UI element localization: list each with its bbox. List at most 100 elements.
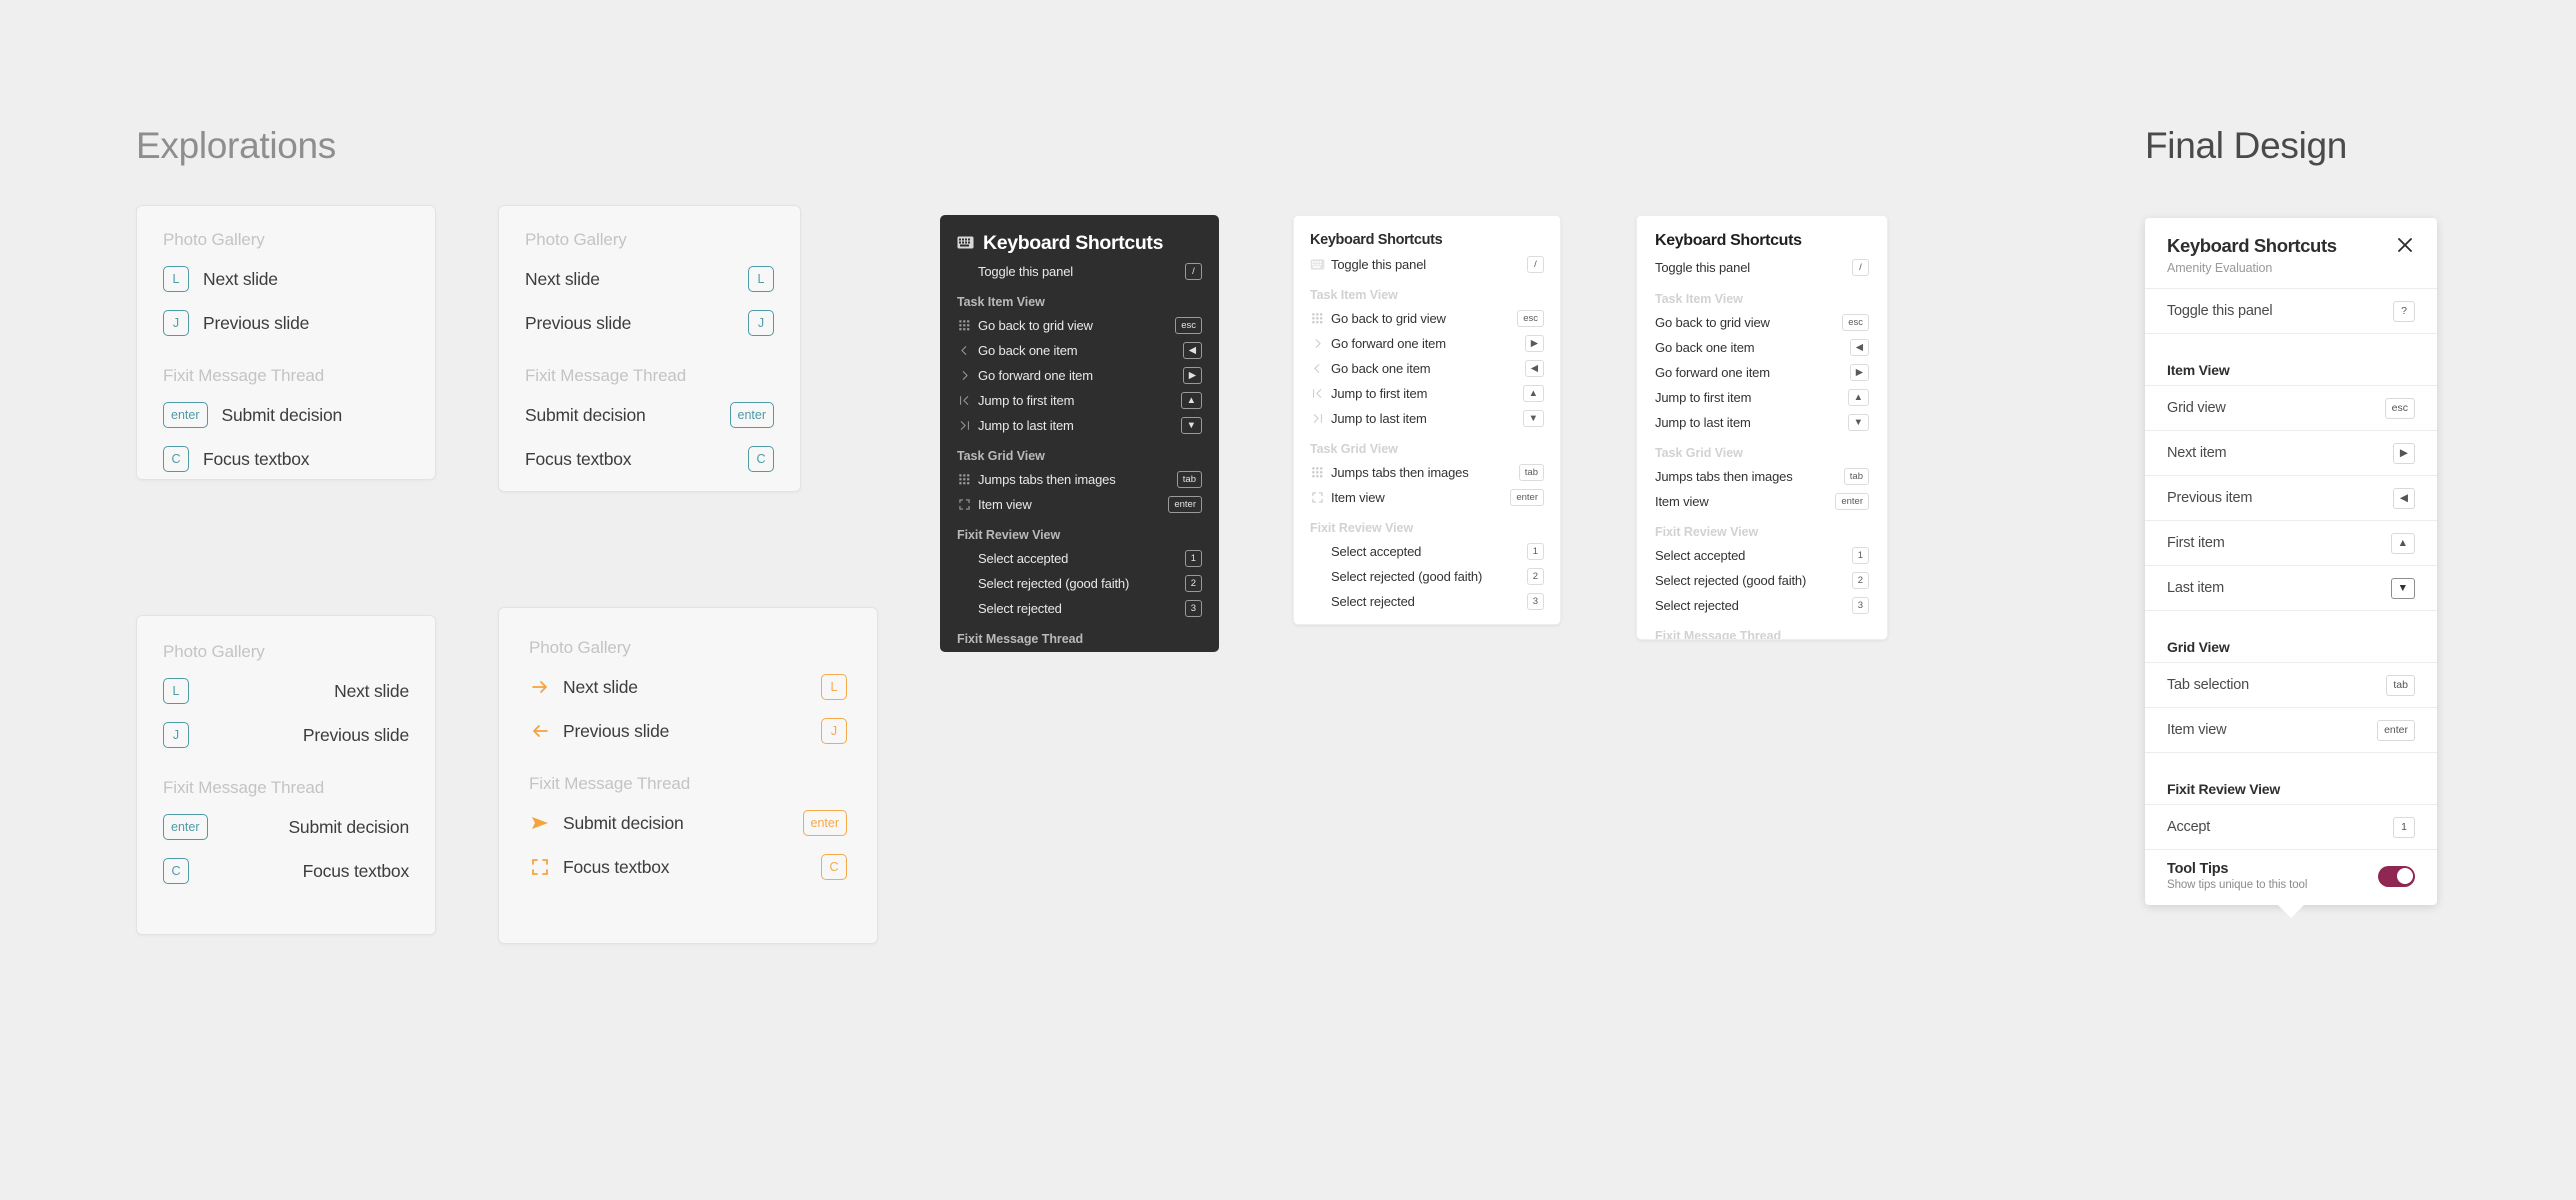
shortcut-row[interactable]: Next slide L bbox=[529, 670, 847, 704]
final-shortcut-row[interactable]: Item view enter bbox=[2145, 708, 2437, 753]
toggle-panel-label: Toggle this panel bbox=[1331, 257, 1427, 272]
shortcut-key: ◀ bbox=[1524, 360, 1544, 377]
shortcut-row[interactable]: Go back one item ◀ bbox=[957, 340, 1202, 361]
shortcut-row[interactable]: Jump to first item ▲ bbox=[1655, 387, 1869, 408]
shortcut-row[interactable]: Go forward one item ▶ bbox=[1655, 362, 1869, 383]
shortcut-row[interactable]: J Previous slide bbox=[163, 718, 409, 752]
shortcut-label: Submit decision bbox=[288, 816, 409, 837]
shortcut-label: Go back one item bbox=[1655, 340, 1755, 355]
shortcut-key: tab bbox=[1843, 468, 1869, 485]
shortcut-row[interactable]: Submit decision enter bbox=[529, 806, 847, 840]
toggle-panel-row[interactable]: Toggle this panel / bbox=[1310, 254, 1544, 275]
keyboard-shortcuts-panel-light-plain[interactable]: Keyboard Shortcuts Toggle this panel / Tas… bbox=[1636, 215, 1888, 640]
shortcut-row[interactable]: L Next slide bbox=[163, 262, 409, 296]
exploration-card[interactable]: Photo Gallery L Next slide J Previous slide F… bbox=[136, 615, 436, 935]
shortcut-key: L bbox=[163, 678, 189, 704]
toggle-panel-row[interactable]: Toggle this panel / bbox=[957, 261, 1202, 282]
shortcut-row[interactable]: Focus textbox C bbox=[529, 850, 847, 884]
shortcut-row[interactable]: Select accepted 1 bbox=[1310, 541, 1544, 562]
shortcut-row[interactable]: Jump to last item ▼ bbox=[957, 415, 1202, 436]
shortcut-row[interactable]: Select rejected (good faith) 2 bbox=[1655, 570, 1869, 591]
final-shortcut-row[interactable]: Grid view esc bbox=[2145, 386, 2437, 431]
shortcut-row[interactable]: Select rejected 3 bbox=[1310, 591, 1544, 612]
shortcut-row[interactable]: Go back to grid view esc bbox=[957, 315, 1202, 336]
shortcut-row[interactable]: enter Submit decision bbox=[163, 398, 409, 432]
shortcut-row[interactable]: Go back one item ◀ bbox=[1655, 337, 1869, 358]
shortcut-row[interactable]: Submit decision enter bbox=[525, 398, 774, 432]
keyboard-icon bbox=[1310, 257, 1325, 272]
final-shortcut-row[interactable]: Last item ▼ bbox=[2145, 566, 2437, 611]
exploration-card[interactable]: Photo Gallery Next slide L Previous slide J F… bbox=[498, 205, 801, 492]
keyboard-shortcuts-panel-light-icons[interactable]: Keyboard Shortcuts Toggle this panel / Tas… bbox=[1293, 215, 1561, 625]
shortcut-row[interactable]: Go forward one item ▶ bbox=[1310, 333, 1544, 354]
shortcut-row[interactable]: J Previous slide bbox=[163, 306, 409, 340]
final-shortcut-row[interactable]: Next item ▶ bbox=[2145, 431, 2437, 476]
exploration-card[interactable]: Photo Gallery Next slide L Previous slide J F… bbox=[498, 607, 878, 944]
final-shortcut-label: Grid view bbox=[2167, 400, 2226, 416]
exploration-card[interactable]: Photo Gallery L Next slide J Previous slide F… bbox=[136, 205, 436, 480]
shortcut-row[interactable]: Focus textbox C bbox=[525, 442, 774, 476]
tool-tips-footer[interactable]: Tool Tips Show tips unique to this tool bbox=[2145, 850, 2437, 905]
final-toggle-panel-row[interactable]: Toggle this panel ? bbox=[2145, 289, 2437, 334]
shortcut-row[interactable]: Select rejected 3 bbox=[957, 598, 1202, 619]
shortcut-key: ▶ bbox=[1849, 364, 1869, 381]
shortcut-row[interactable]: Jumps tabs then images tab bbox=[1655, 466, 1869, 487]
toggle-panel-row[interactable]: Toggle this panel / bbox=[1655, 257, 1869, 278]
close-icon[interactable] bbox=[2395, 235, 2415, 255]
final-shortcut-key: ▶ bbox=[2392, 442, 2415, 464]
grid-icon bbox=[1310, 311, 1325, 326]
shortcut-row[interactable]: Jump to last item ▼ bbox=[1655, 412, 1869, 433]
jump-last-icon bbox=[957, 418, 972, 433]
shortcut-row[interactable]: Go back one item ◀ bbox=[1310, 358, 1544, 379]
shortcut-row[interactable]: Go back to grid view esc bbox=[1655, 312, 1869, 333]
final-shortcut-key: 1 bbox=[2393, 816, 2415, 838]
shortcut-row[interactable]: Select rejected (good faith) 2 bbox=[957, 573, 1202, 594]
shortcut-row[interactable]: Previous slide J bbox=[525, 306, 774, 340]
shortcut-label: Select accepted bbox=[978, 551, 1069, 566]
final-panel-header: Keyboard Shortcuts Amenity Evaluation bbox=[2145, 218, 2437, 289]
keyboard-shortcuts-panel-dark[interactable]: Keyboard Shortcuts Toggle this panel / Tas… bbox=[940, 215, 1219, 652]
shortcut-row[interactable]: Previous slide J bbox=[529, 714, 847, 748]
grid-icon bbox=[1310, 465, 1325, 480]
shortcut-key: esc bbox=[1175, 317, 1202, 334]
shortcut-row[interactable]: Select rejected 3 bbox=[1655, 595, 1869, 616]
shortcut-row[interactable]: Select accepted 1 bbox=[1655, 545, 1869, 566]
final-shortcut-label: Previous item bbox=[2167, 490, 2253, 506]
shortcut-row[interactable]: Select accepted 1 bbox=[957, 548, 1202, 569]
shortcut-row[interactable]: Jumps tabs then images tab bbox=[1310, 462, 1544, 483]
panel-group-label: Fixit Message Thread bbox=[957, 632, 1084, 646]
shortcut-row[interactable]: Go forward one item ▶ bbox=[957, 365, 1202, 386]
shortcut-key: 3 bbox=[1526, 593, 1544, 610]
shortcut-row[interactable]: Jumps tabs then images tab bbox=[957, 469, 1202, 490]
final-shortcut-row[interactable]: Previous item ◀ bbox=[2145, 476, 2437, 521]
shortcut-row[interactable]: Select rejected (good faith) 2 bbox=[1310, 566, 1544, 587]
final-shortcut-row[interactable]: Accept 1 bbox=[2145, 805, 2437, 850]
shortcut-label: Go back to grid view bbox=[1655, 315, 1770, 330]
shortcut-label: Jump to first item bbox=[978, 393, 1075, 408]
panel-title-row: Keyboard Shortcuts bbox=[1655, 232, 1869, 250]
shortcut-key: 1 bbox=[1526, 543, 1544, 560]
shortcut-row[interactable]: Jump to last item ▼ bbox=[1310, 408, 1544, 429]
shortcut-row[interactable]: Item view enter bbox=[1655, 491, 1869, 512]
shortcut-row[interactable]: Go back to grid view esc bbox=[1310, 308, 1544, 329]
final-keyboard-shortcuts-panel[interactable]: Keyboard Shortcuts Amenity Evaluation To… bbox=[2145, 218, 2437, 918]
shortcut-label: Select rejected (good faith) bbox=[1331, 569, 1483, 584]
final-shortcut-row[interactable]: First item ▲ bbox=[2145, 521, 2437, 566]
shortcut-row[interactable]: L Next slide bbox=[163, 674, 409, 708]
shortcut-row[interactable]: C Focus textbox bbox=[163, 854, 409, 888]
shortcut-row[interactable]: enter Submit decision bbox=[163, 810, 409, 844]
shortcut-row[interactable]: Jump to first item ▲ bbox=[957, 390, 1202, 411]
shortcut-label: Next slide bbox=[563, 676, 638, 697]
final-shortcut-label: First item bbox=[2167, 535, 2225, 551]
shortcut-row[interactable]: Item view enter bbox=[957, 494, 1202, 515]
shortcut-row[interactable]: Item view enter bbox=[1310, 487, 1544, 508]
tool-tips-toggle[interactable] bbox=[2378, 865, 2415, 887]
shortcut-label: Jump to last item bbox=[1655, 415, 1751, 430]
shortcut-key: tab bbox=[1518, 464, 1544, 481]
final-shortcut-row[interactable]: Tab selection tab bbox=[2145, 663, 2437, 708]
shortcut-row[interactable]: Jump to first item ▲ bbox=[1310, 383, 1544, 404]
shortcut-row[interactable]: Next slide L bbox=[525, 262, 774, 296]
shortcut-row[interactable]: C Focus textbox bbox=[163, 442, 409, 476]
